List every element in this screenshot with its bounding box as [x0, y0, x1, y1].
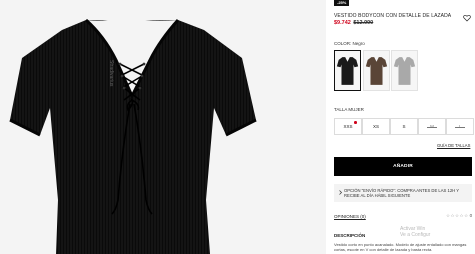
dress-thumbnail-icon — [365, 57, 388, 85]
color-swatch-marron[interactable] — [363, 50, 390, 91]
dress-thumbnail-icon — [393, 57, 416, 85]
description-title: DESCRIPCIÓN — [334, 233, 366, 238]
size-option-m[interactable]: M — [418, 118, 446, 135]
chevron-right-icon — [339, 190, 342, 195]
star-icons: ☆☆☆☆☆ — [446, 213, 469, 218]
shipping-notice-text: OPCIÓN "ENVÍO RÁPIDO": COMPRA ANTES DE L… — [344, 188, 459, 198]
size-option-xxs[interactable]: XXS — [334, 118, 362, 135]
selected-color-name: Negro — [352, 41, 365, 46]
color-label: COLOR: Negro — [334, 41, 365, 46]
size-option-label: M — [430, 124, 434, 129]
size-option-label: XXS — [343, 124, 353, 129]
rating-count: 0 — [469, 213, 473, 218]
low-stock-dot — [354, 121, 357, 124]
size-option-xs[interactable]: XS — [362, 118, 390, 135]
sale-price: $9.742 — [334, 20, 351, 26]
add-to-cart-button[interactable]: AÑADIR — [334, 157, 472, 176]
watermark-line-2: Ve a Configur — [400, 232, 431, 238]
size-option-l[interactable]: L — [446, 118, 474, 135]
product-details-panel: -25% VESTIDO BODYCON CON DETALLE DE LAZA… — [334, 0, 475, 254]
color-swatch-gris[interactable] — [391, 50, 418, 91]
color-label-prefix: COLOR: — [334, 41, 352, 46]
shipping-notice: OPCIÓN "ENVÍO RÁPIDO": COMPRA ANTES DE L… — [334, 184, 472, 202]
svg-text:Stradivarius: Stradivarius — [108, 60, 114, 87]
heart-icon[interactable] — [463, 14, 471, 22]
product-image: Stradivarius — [0, 0, 326, 254]
color-swatch-negro[interactable] — [334, 50, 361, 91]
product-title: VESTIDO BODYCON CON DETALLE DE LAZADA — [334, 13, 452, 19]
price-row: $9.742 $12.990 — [334, 20, 373, 26]
discount-badge: -25% — [334, 0, 350, 6]
black-dress-image: Stradivarius — [9, 18, 257, 254]
description-text: Vestido corto en punto acanalado. Modelo… — [334, 242, 467, 252]
size-option-label: S — [402, 124, 406, 129]
size-label: TALLA MUJER — [334, 107, 364, 112]
size-option-label: XS — [372, 124, 379, 129]
rating-stars: ☆☆☆☆☆0 — [446, 213, 473, 219]
activation-watermark: Activar Win Ve a Configur — [400, 226, 430, 238]
size-guide-link[interactable]: GUÍA DE TALLAS — [437, 143, 470, 148]
reviews-link[interactable]: OPINIONES (0) — [334, 214, 366, 219]
size-option-s[interactable]: S — [390, 118, 418, 135]
dress-thumbnail-icon — [336, 57, 359, 85]
original-price: $12.990 — [353, 20, 374, 26]
size-option-label: L — [458, 124, 462, 129]
